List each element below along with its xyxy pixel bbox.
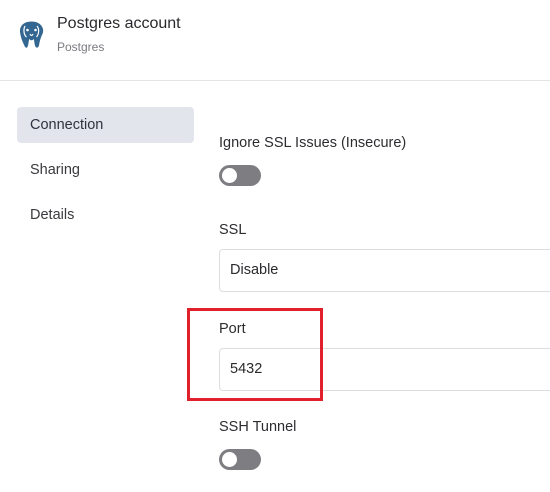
sidebar-item-label: Details <box>30 207 75 223</box>
sidebar-item-sharing[interactable]: Sharing <box>17 152 194 188</box>
account-subtitle: Postgres <box>57 40 105 54</box>
sidebar-item-label: Connection <box>30 117 104 133</box>
port-label: Port <box>219 321 246 337</box>
postgres-elephant-icon <box>18 20 45 49</box>
ssl-label: SSL <box>219 222 247 238</box>
app-header: Postgres account Postgres <box>0 0 550 81</box>
ssh-tunnel-label: SSH Tunnel <box>219 419 297 435</box>
sidebar-item-connection[interactable]: Connection <box>17 107 194 143</box>
toggle-knob <box>222 452 237 467</box>
ssh-tunnel-toggle[interactable] <box>219 449 261 470</box>
port-input[interactable]: 5432 <box>219 348 550 391</box>
ignore-ssl-label: Ignore SSL Issues (Insecure) <box>219 135 407 151</box>
toggle-knob <box>222 168 237 183</box>
account-title: Postgres account <box>57 15 181 32</box>
ignore-ssl-toggle[interactable] <box>219 165 261 186</box>
sidebar-item-label: Sharing <box>30 162 80 178</box>
ssl-select[interactable]: Disable <box>219 249 550 292</box>
sidebar-item-details[interactable]: Details <box>17 197 194 233</box>
